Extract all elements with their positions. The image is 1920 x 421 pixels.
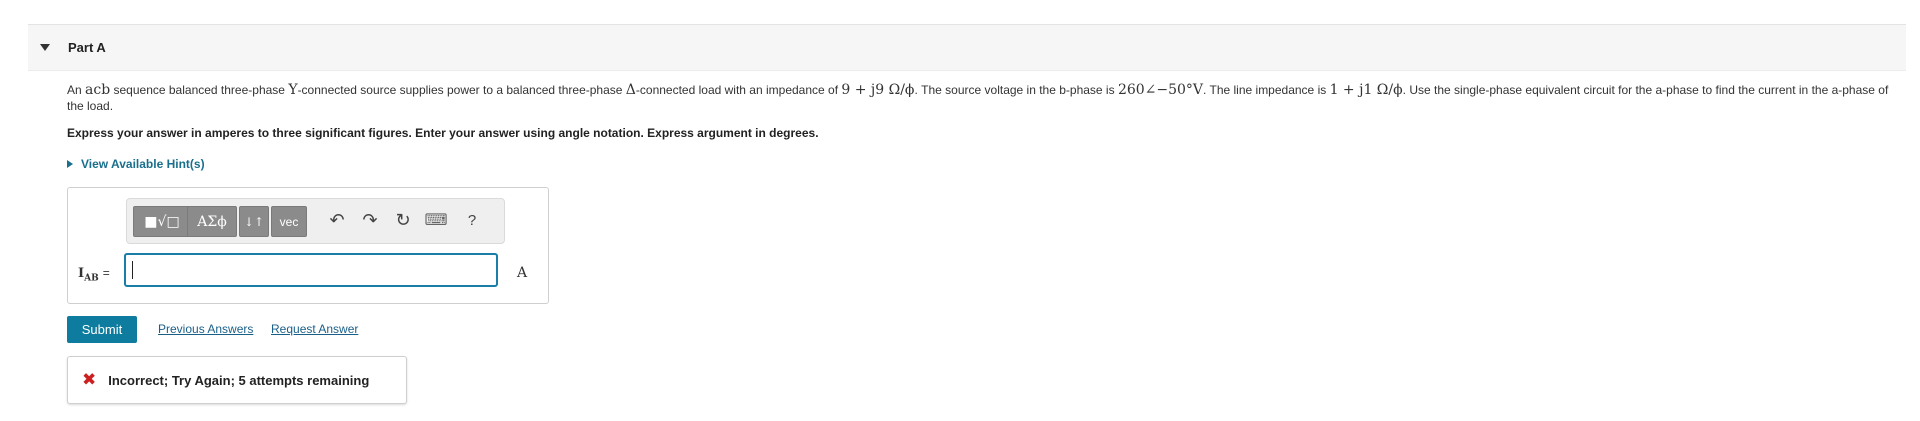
answer-variable-label: IAB = [78,266,110,284]
part-title: Part A [68,40,106,55]
submit-button[interactable]: Submit [67,316,137,343]
feedback-message: ✖ Incorrect; Try Again; 5 attempts remai… [67,356,407,404]
feedback-text: Incorrect; Try Again; 5 attempts remaini… [108,372,370,388]
answer-box: ■√□ ΑΣϕ ↓↑ vec ↶ ↷ ↻ ⌨ ? IAB = A [67,187,549,304]
text-cursor [132,261,133,279]
keyboard-icon[interactable]: ⌨ [424,208,448,232]
error-x-icon: ✖ [82,370,97,389]
collapse-caret-icon[interactable] [40,44,50,51]
arrows-button[interactable]: ↓↑ [239,206,269,237]
templates-button[interactable]: ■√□ [133,206,191,237]
line-impedance-math: 1 + j1 Ω/ϕ [1329,82,1403,98]
math-toolbar: ■√□ ΑΣϕ ↓↑ vec ↶ ↷ ↻ ⌨ ? [126,198,505,244]
redo-icon[interactable]: ↷ [358,208,382,232]
part-header[interactable]: Part A [28,25,1906,71]
answer-input[interactable] [124,253,498,287]
view-hints-label: View Available Hint(s) [81,157,205,171]
load-config-math: Δ [625,82,636,98]
answer-instructions: Express your answer in amperes to three … [67,126,819,140]
reset-icon[interactable]: ↻ [391,208,415,232]
source-voltage-math: 260∠−50°V [1117,82,1204,98]
help-button[interactable]: ? [460,208,484,232]
request-answer-link[interactable]: Request Answer [271,322,358,336]
problem-statement: An acb sequence balanced three-phase Y-c… [67,82,1889,113]
expand-caret-icon [67,160,73,168]
answer-unit: A [517,265,528,281]
view-hints-link[interactable]: View Available Hint(s) [67,157,205,171]
source-config-math: Y [288,82,298,98]
load-impedance-math: 9 + j9 Ω/ϕ [841,82,915,98]
vector-button[interactable]: vec [271,206,307,237]
previous-answers-link[interactable]: Previous Answers [158,322,253,336]
undo-icon[interactable]: ↶ [325,208,349,232]
greek-symbols-button[interactable]: ΑΣϕ [187,206,237,237]
sequence-math: acb [85,82,111,98]
